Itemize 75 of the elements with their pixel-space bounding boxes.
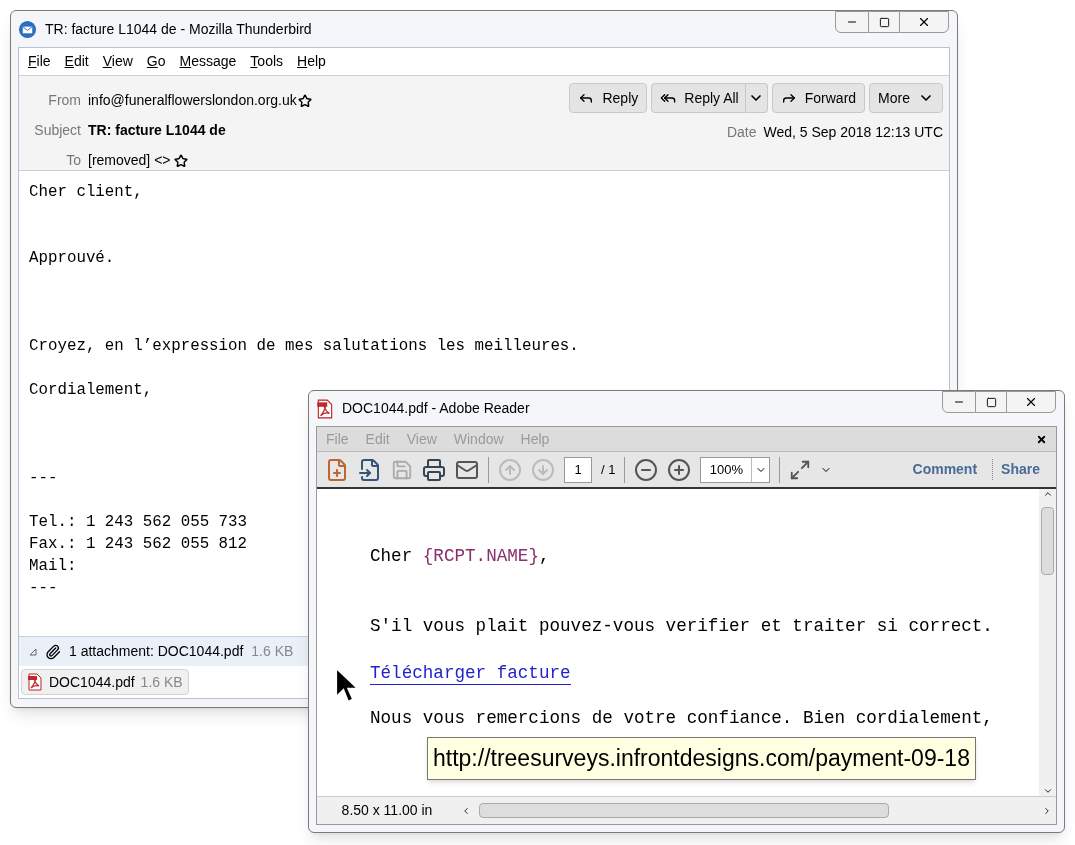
paperclip-icon	[45, 643, 61, 660]
date-text: Wed, 5 Sep 2018 12:13 UTC	[763, 123, 943, 142]
message-line: Mail:	[29, 556, 77, 577]
scroll-left-icon[interactable]	[461, 805, 471, 816]
forward-button[interactable]: Forward	[771, 83, 866, 113]
link-tooltip: http://treesurveys.infrontdesigns.com/payment-09-18	[427, 737, 976, 780]
message-line: Tel.: 1 243 562 055 733	[29, 512, 248, 533]
vertical-scrollbar[interactable]	[1039, 489, 1056, 796]
print-icon[interactable]	[422, 457, 446, 482]
scroll-thumb[interactable]	[479, 803, 889, 818]
zoom-in-icon[interactable]	[667, 457, 692, 482]
menu-item[interactable]: Help	[297, 51, 326, 72]
expand-triangle-icon[interactable]	[29, 647, 37, 656]
menu-item[interactable]: View	[102, 51, 133, 72]
maximize-button[interactable]	[869, 11, 899, 33]
subject-label: Subject	[33, 121, 81, 140]
pdf-file-icon	[27, 673, 43, 691]
window-title: DOC1044.pdf - Adobe Reader	[342, 399, 530, 418]
pdf-file-icon	[316, 398, 334, 419]
message-line: Cordialement,	[29, 380, 153, 401]
scroll-up-icon[interactable]	[1042, 489, 1053, 499]
zoom-dropdown[interactable]: 100%	[700, 456, 771, 483]
sender-address: info@funeralflowerslondon.org.uk	[88, 91, 297, 110]
attachment-size: 1.6 KB	[140, 672, 183, 692]
app-logo-icon	[18, 19, 37, 39]
tool-button[interactable]: Share	[992, 459, 1048, 480]
document-paragraph: Cher {RCPT.NAME},	[370, 545, 550, 568]
star-icon[interactable]	[173, 153, 188, 168]
close-icon	[1024, 395, 1038, 409]
recipient-text: [removed] <>	[88, 151, 171, 170]
document-paragraph: Nous vous remercions de votre confiance. Bien cordialement,	[370, 706, 993, 730]
open-file-icon[interactable]	[358, 457, 382, 482]
attachment-name: DOC1044.pdf	[49, 672, 135, 692]
reply-button[interactable]: Reply	[569, 83, 648, 113]
message-line: ---	[29, 578, 58, 599]
scroll-right-icon[interactable]	[1042, 805, 1052, 816]
message-line: Approuvé.	[29, 248, 115, 269]
page-total: / 1	[601, 460, 616, 479]
menu-item[interactable]: Message	[179, 51, 237, 72]
maximize-button[interactable]	[976, 391, 1006, 413]
scroll-thumb[interactable]	[1041, 507, 1054, 575]
message-line: Croyez, en l’expression de mes salutations les meilleures.	[29, 336, 579, 357]
star-icon[interactable]	[297, 93, 312, 108]
reply-all-button[interactable]: Reply All	[651, 83, 746, 113]
document-paragraph: S'il vous plait pouvez-vous verifier et traiter si correct.	[370, 615, 993, 639]
message-line: ---	[29, 468, 58, 489]
from-label: From	[47, 91, 81, 110]
close-icon	[917, 15, 931, 29]
download-link[interactable]: Télécharger facture	[370, 661, 571, 685]
menu-item[interactable]: Tools	[250, 51, 284, 72]
close-icon[interactable]	[1036, 433, 1047, 445]
attachment-size: 1.6 KB	[251, 642, 294, 661]
more-button[interactable]: More	[869, 83, 943, 113]
message-line: Cher client,	[29, 182, 143, 203]
mouse-pointer-icon	[335, 667, 359, 703]
zoom-out-icon[interactable]	[634, 457, 659, 482]
maximize-icon	[878, 16, 890, 28]
message-line: Fax.: 1 243 562 055 812	[29, 534, 248, 555]
to-label: To	[65, 151, 81, 170]
page-number-field[interactable]: 1	[564, 456, 592, 483]
menu-item[interactable]: Go	[146, 51, 166, 72]
subject-text: TR: facture L1044 de	[88, 121, 227, 140]
menu-item[interactable]: Edit	[64, 51, 89, 72]
menu-item[interactable]: File	[28, 51, 51, 72]
attachment-item[interactable]: DOC1044.pdf 1.6 KB	[21, 669, 189, 695]
page-size-text: 8.50 x 11.00 in	[340, 801, 434, 820]
tool-button[interactable]: Comment	[904, 459, 986, 480]
attachment-summary[interactable]: 1 attachment: DOC1044.pdf	[69, 641, 244, 662]
create-file-icon[interactable]	[325, 457, 349, 482]
date-label: Date	[726, 123, 757, 142]
dropdown-button[interactable]	[745, 83, 768, 113]
fullscreen-icon[interactable]	[789, 458, 812, 481]
window-title: TR: facture L1044 de - Mozilla Thunderbird	[45, 19, 312, 39]
maximize-icon	[985, 396, 997, 408]
scroll-down-icon[interactable]	[1042, 786, 1053, 796]
